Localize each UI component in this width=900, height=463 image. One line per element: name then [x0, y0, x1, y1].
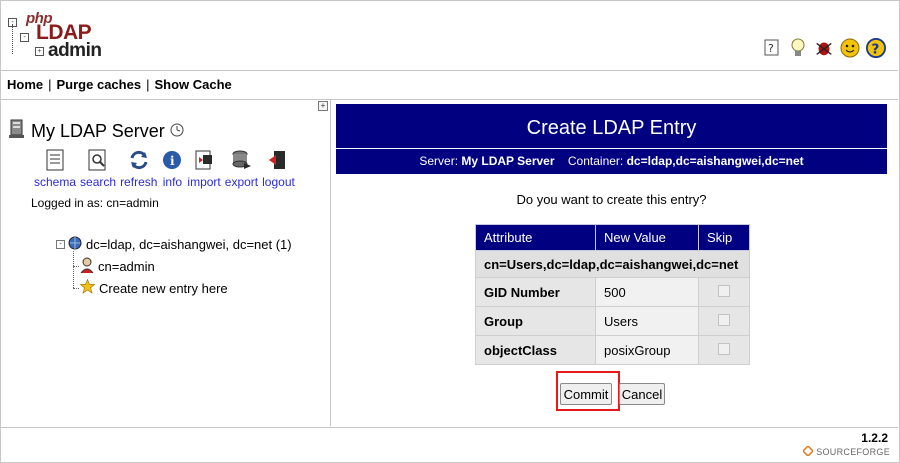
tree-item-label[interactable]: Create new entry here [99, 281, 228, 296]
attribute-name: objectClass [475, 335, 596, 365]
search-icon [87, 149, 109, 171]
container-label: Container: [567, 154, 624, 168]
version-label: 1.2.2 [861, 431, 888, 445]
ldap-tree: - dc=ldap, dc=aishangwei, dc=net (1) cn=… [56, 233, 292, 299]
bug-icon[interactable] [814, 38, 834, 58]
sourceforge-text: SOURCEFORGE [816, 447, 890, 457]
logout-icon [267, 149, 289, 171]
collapse-panel-icon[interactable]: + [318, 101, 328, 111]
globe-icon [68, 236, 82, 253]
tool-export[interactable]: export [225, 149, 258, 189]
table-row: GID Number 500 [475, 277, 750, 307]
clock-icon[interactable] [170, 121, 184, 142]
table-row: objectClass posixGroup [475, 335, 750, 365]
logged-in-as: Logged in as: cn=admin [31, 196, 159, 210]
purge-caches-link[interactable]: Purge caches [57, 77, 142, 92]
tree-root-label[interactable]: dc=ldap, dc=aishangwei, dc=net (1) [86, 237, 292, 252]
column-header-skip: Skip [698, 224, 750, 251]
home-link[interactable]: Home [7, 77, 43, 92]
tool-label: refresh [120, 175, 158, 189]
logo-tree-box: - [20, 33, 29, 42]
column-header-attribute: Attribute [475, 224, 596, 251]
tool-logout[interactable]: logout [262, 149, 295, 189]
info-icon: i [161, 149, 183, 171]
top-icon-bar: ? ? [762, 38, 886, 58]
svg-text:?: ? [768, 42, 774, 55]
server-label: Server: [419, 154, 459, 168]
export-icon [230, 149, 252, 171]
help-icon[interactable]: ? [762, 38, 782, 58]
tree-item-cn-admin[interactable]: cn=admin [56, 255, 292, 277]
tool-label: info [162, 175, 183, 189]
skip-checkbox[interactable] [718, 284, 730, 297]
svg-text:?: ? [871, 41, 879, 57]
server-name[interactable]: My LDAP Server [31, 121, 165, 142]
user-icon [80, 257, 94, 276]
server-title: My LDAP Server [8, 119, 184, 144]
tree-connector [73, 251, 74, 288]
hint-bulb-icon[interactable] [788, 38, 808, 58]
skip-checkbox[interactable] [718, 342, 730, 355]
tree-connector [73, 266, 79, 267]
attribute-name: GID Number [475, 277, 596, 307]
container-value: dc=ldap,dc=aishangwei,dc=net [626, 154, 804, 168]
schema-icon [44, 149, 66, 171]
tree-item-create-entry[interactable]: Create new entry here [56, 277, 292, 299]
smiley-icon[interactable] [840, 38, 860, 58]
tree-item-label[interactable]: cn=admin [98, 259, 155, 274]
show-cache-link[interactable]: Show Cache [154, 77, 231, 92]
tool-schema[interactable]: schema [34, 149, 76, 189]
skip-cell [698, 335, 750, 365]
table-header: Attribute New Value Skip [475, 224, 750, 251]
tool-label: schema [34, 175, 77, 189]
phpldapadmin-logo[interactable]: - - + php LDAP admin [8, 10, 108, 62]
dn-row: cn=Users,dc=ldap,dc=aishangwei,dc=net [475, 250, 750, 278]
question-icon[interactable]: ? [866, 38, 886, 58]
server-icon [8, 119, 26, 144]
menu-bar: Home | Purge caches | Show Cache [0, 70, 898, 100]
page-title: Create LDAP Entry [336, 104, 887, 148]
server-tree-panel: + My LDAP Server schema search refresh i… [0, 99, 331, 426]
tool-label: logout [262, 175, 295, 189]
tree-connector [73, 288, 79, 289]
attribute-value: Users [595, 306, 699, 336]
refresh-icon [128, 149, 150, 171]
tool-label: search [80, 175, 117, 189]
skip-cell [698, 277, 750, 307]
cancel-button[interactable]: Cancel [619, 383, 665, 405]
import-icon [193, 149, 215, 171]
sourceforge-diamond-icon [802, 444, 815, 458]
tool-refresh[interactable]: refresh [120, 149, 157, 189]
menu-separator: | [48, 77, 52, 92]
entry-context-bar: Server: My LDAP Server Container: dc=lda… [336, 149, 887, 174]
skip-checkbox[interactable] [718, 313, 730, 326]
tool-search[interactable]: search [80, 149, 116, 189]
svg-text:i: i [170, 154, 175, 168]
tool-import[interactable]: import [187, 149, 221, 189]
attribute-value: posixGroup [595, 335, 699, 365]
logo-admin: admin [48, 40, 102, 61]
column-header-new-value: New Value [595, 224, 699, 251]
tree-expand-toggle[interactable]: - [56, 239, 65, 249]
server-toolbar: schema search refresh i info import expo… [34, 149, 299, 189]
server-value: My LDAP Server [461, 154, 555, 168]
commit-button[interactable]: Commit [560, 383, 612, 405]
logo-tree-line [12, 24, 14, 54]
tool-label: export [224, 175, 259, 189]
tool-info[interactable]: i info [161, 149, 183, 189]
confirmation-question: Do you want to create this entry? [516, 192, 707, 207]
tool-label: import [187, 175, 221, 189]
logo-tree-box: + [35, 47, 44, 56]
menu-separator: | [146, 77, 150, 92]
attribute-name: Group [475, 306, 596, 336]
entry-dn: cn=Users,dc=ldap,dc=aishangwei,dc=net [475, 250, 750, 278]
sourceforge-logo[interactable]: SOURCEFORGE [802, 444, 890, 458]
tree-root[interactable]: - dc=ldap, dc=aishangwei, dc=net (1) [56, 233, 292, 255]
skip-cell [698, 306, 750, 336]
attribute-value: 500 [595, 277, 699, 307]
footer-divider [0, 427, 898, 428]
attribute-table: Attribute New Value Skip cn=Users,dc=lda… [475, 224, 750, 365]
star-icon [79, 278, 96, 297]
table-row: Group Users [475, 306, 750, 336]
